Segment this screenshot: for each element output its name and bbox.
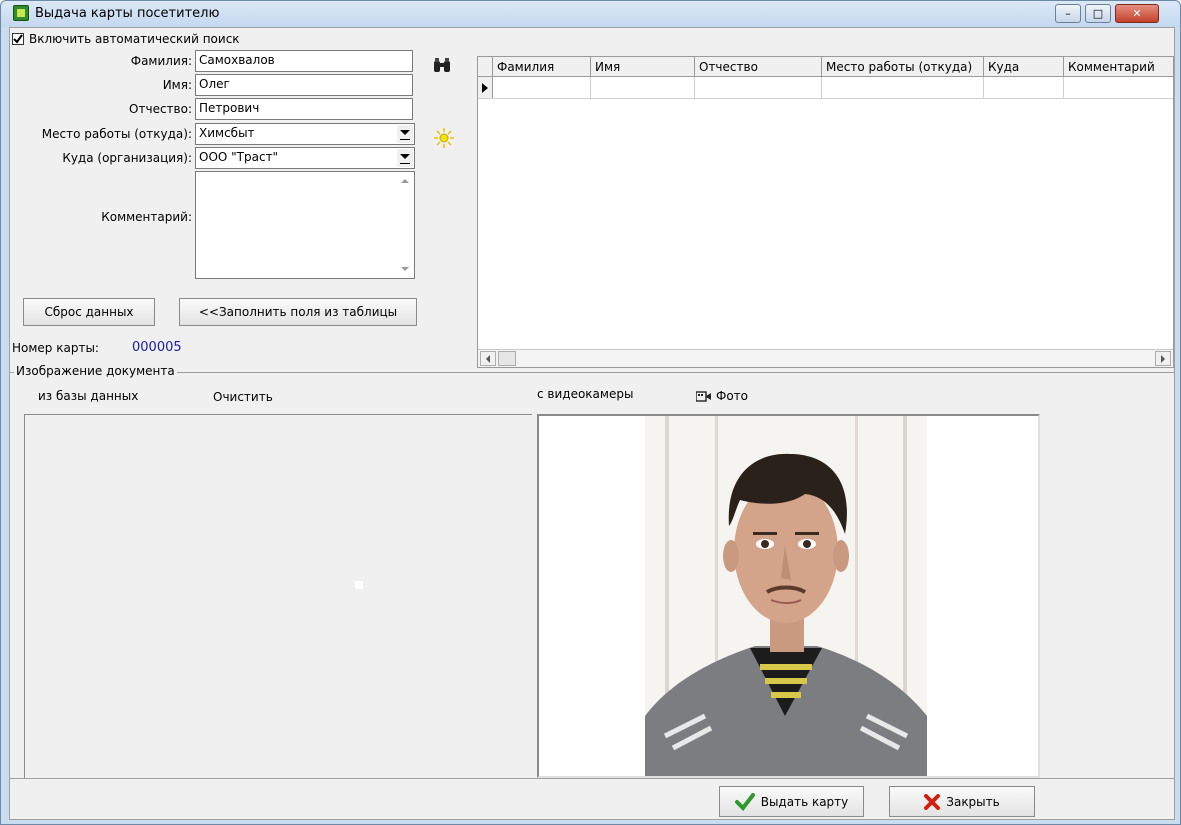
row-indicator-header <box>478 57 493 76</box>
auto-search-toggle[interactable]: Включить автоматический поиск <box>12 31 240 47</box>
destination-select-value: ООО "Траст" <box>199 150 279 164</box>
close-window-button[interactable]: ✕ <box>1115 4 1159 23</box>
cancel-x-icon <box>924 793 941 810</box>
reset-button[interactable]: Сброс данных <box>23 298 155 326</box>
table-row[interactable] <box>478 77 1173 99</box>
minimize-button[interactable]: – <box>1055 4 1081 23</box>
destination-label: Куда (организация): <box>62 151 192 165</box>
window-title: Выдача карты посетителю <box>35 6 220 21</box>
close-label: Закрыть <box>946 794 1000 809</box>
visitors-table[interactable]: Фамилия Имя Отчество Место работы (откуд… <box>477 56 1174 368</box>
maximize-icon: □ <box>1092 7 1104 20</box>
clear-link[interactable]: Очистить <box>213 390 273 404</box>
first-name-field[interactable]: Олег <box>195 74 413 96</box>
table-cell[interactable] <box>822 77 984 98</box>
photo-label: Фото <box>716 389 749 403</box>
issue-card-label: Выдать карту <box>760 794 849 809</box>
column-header[interactable]: Место работы (откуда) <box>822 57 984 76</box>
column-header[interactable]: Имя <box>591 57 695 76</box>
checkmark-icon <box>734 792 755 811</box>
comment-label: Комментарий: <box>101 210 192 224</box>
column-header[interactable]: Отчество <box>695 57 822 76</box>
document-group-label: Изображение документа <box>14 364 177 378</box>
card-number-label: Номер карты: <box>12 341 99 355</box>
table-horizontal-scrollbar[interactable] <box>478 349 1173 367</box>
comment-scrollbar[interactable] <box>397 173 413 277</box>
binoculars-icon[interactable] <box>433 58 451 74</box>
maximize-button[interactable]: □ <box>1085 4 1111 23</box>
workplace-select-value: Химсбыт <box>199 126 255 140</box>
workplace-label: Место работы (откуда): <box>41 127 192 141</box>
table-cell[interactable] <box>493 77 591 98</box>
table-cell[interactable] <box>984 77 1064 98</box>
column-header[interactable]: Фамилия <box>493 57 591 76</box>
column-header[interactable]: Комментарий <box>1064 57 1175 76</box>
title-bar: Выдача карты посетителю – □ ✕ <box>1 1 1180 27</box>
table-cell[interactable] <box>1064 77 1175 98</box>
photo-button[interactable]: Фото <box>696 389 748 403</box>
client-area: Включить автоматический поиск Фамилия: И… <box>9 27 1175 820</box>
auto-search-checkbox[interactable] <box>12 33 24 45</box>
camera-image-area[interactable] <box>537 414 1040 778</box>
scroll-down-icon[interactable] <box>401 267 409 271</box>
chevron-down-icon[interactable] <box>397 125 413 143</box>
last-name-label: Фамилия: <box>130 54 192 68</box>
table-cell[interactable] <box>591 77 695 98</box>
checkmark-icon <box>13 34 23 44</box>
column-header[interactable]: Куда <box>984 57 1064 76</box>
patronymic-label: Отчество: <box>129 102 192 116</box>
minimize-icon: – <box>1065 7 1071 20</box>
first-name-label: Имя: <box>162 78 192 92</box>
comment-textarea[interactable] <box>195 171 415 279</box>
row-indicator <box>478 77 493 98</box>
scroll-left-button[interactable] <box>480 351 496 366</box>
scroll-up-icon[interactable] <box>401 179 409 183</box>
from-database-link[interactable]: из базы данных <box>38 389 138 403</box>
issue-card-button[interactable]: Выдать карту <box>719 786 864 817</box>
card-number-value: 000005 <box>132 340 182 355</box>
table-header: Фамилия Имя Отчество Место работы (откуд… <box>478 57 1173 77</box>
chevron-down-icon[interactable] <box>397 149 413 167</box>
auto-search-label: Включить автоматический поиск <box>29 32 240 46</box>
patronymic-field[interactable]: Петрович <box>195 98 413 120</box>
close-icon: ✕ <box>1132 7 1142 20</box>
fill-from-table-button[interactable]: <<Заполнить поля из таблицы <box>179 298 417 326</box>
table-cell[interactable] <box>695 77 822 98</box>
current-row-arrow-icon <box>482 83 488 93</box>
scroll-right-button[interactable] <box>1155 351 1171 366</box>
last-name-field[interactable]: Самохвалов <box>195 50 413 72</box>
sun-icon[interactable] <box>434 128 454 148</box>
empty-image-placeholder <box>355 581 363 589</box>
arrow-right-icon <box>1161 354 1165 363</box>
from-camera-link[interactable]: с видеокамеры <box>537 387 633 401</box>
document-image-area[interactable] <box>24 414 532 779</box>
visitor-card-window: Выдача карты посетителю – □ ✕ Включить а… <box>0 0 1181 825</box>
camera-icon <box>696 390 711 402</box>
arrow-left-icon <box>486 354 490 363</box>
workplace-select[interactable]: Химсбыт <box>195 123 415 145</box>
app-icon <box>13 5 29 21</box>
visitor-photo <box>645 416 927 776</box>
destination-select[interactable]: ООО "Траст" <box>195 147 415 169</box>
scroll-thumb[interactable] <box>498 351 516 366</box>
close-button[interactable]: Закрыть <box>889 786 1035 817</box>
